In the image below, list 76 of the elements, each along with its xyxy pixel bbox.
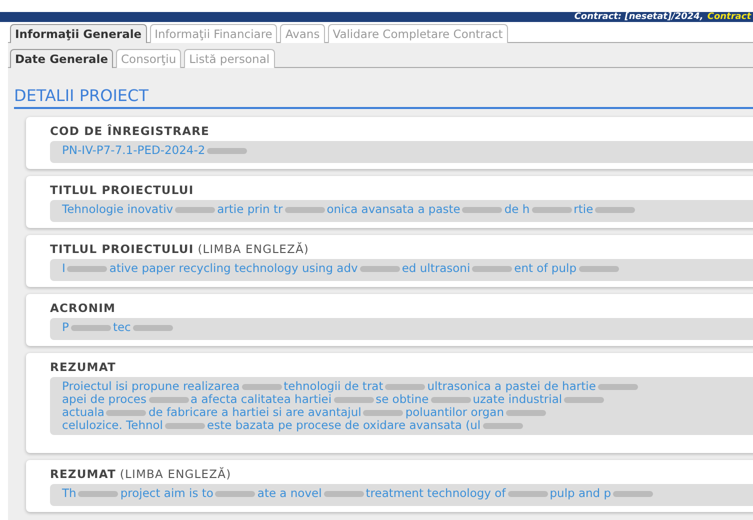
redaction-scribble	[482, 422, 523, 428]
field-value-text: poluantilor organ	[405, 406, 504, 419]
redaction-scribble	[324, 490, 364, 496]
field-value-text: apei de proces	[62, 393, 147, 406]
field-value-text: ate a novel	[257, 487, 322, 500]
redaction-scribble	[207, 148, 248, 154]
redaction-scribble	[363, 410, 404, 416]
redaction-scribble	[284, 206, 325, 212]
field-value-text: este bazata pe procese de oxidare avansata (ul	[207, 419, 481, 432]
field-value-text: project aim is to	[120, 487, 214, 500]
field-value-text: artie prin tr	[217, 203, 283, 216]
field-value-text: celulozice. Tehnol	[62, 419, 164, 432]
field-value-text: actuala	[62, 406, 104, 419]
tab[interactable]: Informaţii Generale	[10, 24, 147, 43]
contract-status: Contract	[707, 12, 751, 22]
field-value-text: de fabricare a hartiei si are avantajul	[148, 406, 362, 419]
field-value-text: Proiectul isi propune realizarea	[62, 380, 240, 393]
redaction-scribble	[506, 410, 546, 416]
field-value-text: PN-IV-P7-7.1-PED-2024-2	[62, 144, 206, 157]
tab[interactable]: Date Generale	[10, 49, 114, 68]
redaction-scribble	[334, 396, 374, 402]
field-value-text: ed ultrasoni	[402, 262, 470, 275]
tab[interactable]: Informaţii Financiare	[150, 24, 278, 43]
redaction-scribble	[215, 490, 256, 496]
field-value-text: tec	[112, 321, 131, 334]
field-value-text: onica avansata a paste	[326, 203, 460, 216]
field-label: TITLUL PROIECTULUI	[50, 242, 194, 256]
redaction-scribble	[564, 396, 604, 402]
field-value-text: uzate industrial	[472, 393, 562, 406]
redaction-scribble	[78, 490, 118, 496]
field-value-text: I	[62, 262, 66, 275]
field-value-text: ent of pulp	[514, 262, 576, 275]
field-label-note: (LIMBA ENGLEZĂ)	[198, 242, 310, 256]
redaction-scribble	[67, 266, 108, 272]
field-value-text: Tehnologie inovativ	[62, 203, 174, 216]
field-value-text: pulp and p	[550, 487, 612, 500]
redaction-scribble	[532, 206, 572, 212]
field-value-text: ative paper recycling technology using adv	[109, 262, 358, 275]
redaction-scribble	[132, 324, 173, 330]
field-label-note: (LIMBA ENGLEZĂ)	[120, 467, 232, 481]
redaction-scribble	[578, 266, 618, 272]
field-value-text: tehnologii de trat	[284, 380, 384, 393]
contract-label: Contract: [nesetat]/2024,	[574, 12, 704, 22]
redaction-scribble	[242, 384, 282, 390]
redaction-scribble	[106, 410, 146, 416]
field-label: REZUMAT	[50, 467, 116, 481]
field-value-text: de h	[504, 203, 530, 216]
tab[interactable]: Validare Completare Contract	[328, 24, 508, 43]
redaction-scribble	[385, 384, 426, 390]
section-title: DETALII PROIECT	[14, 86, 753, 109]
tab[interactable]: Consorţiu	[116, 49, 182, 68]
tab[interactable]: Listă personal	[184, 49, 275, 68]
redaction-scribble	[613, 490, 654, 496]
redaction-scribble	[175, 206, 216, 212]
field-label: TITLUL PROIECTULUI	[50, 183, 194, 197]
field-label: REZUMAT	[50, 360, 116, 374]
redaction-scribble	[70, 324, 111, 330]
redaction-scribble	[595, 206, 636, 212]
field-value-text: a afecta calitatea hartiei	[190, 393, 332, 406]
redaction-scribble	[472, 266, 512, 272]
redaction-scribble	[430, 396, 471, 402]
redaction-scribble	[148, 396, 189, 402]
field-label: ACRONIM	[50, 301, 116, 315]
redaction-scribble	[462, 206, 502, 212]
redaction-scribble	[508, 490, 548, 496]
redaction-scribble	[165, 422, 206, 428]
field-label: COD DE ÎNREGISTRARE	[50, 124, 210, 138]
field-value-text: se obtine	[376, 393, 429, 406]
field-value-text: Th	[62, 487, 76, 500]
redaction-scribble	[360, 266, 400, 272]
field-value-text: treatment technology of	[366, 487, 506, 500]
field-value-text: P	[62, 321, 69, 334]
redaction-scribble	[598, 384, 638, 390]
tab[interactable]: Avans	[280, 24, 325, 43]
field-value-text: ultrasonica a pastei de hartie	[427, 380, 596, 393]
field-value-text: rtie	[574, 203, 594, 216]
